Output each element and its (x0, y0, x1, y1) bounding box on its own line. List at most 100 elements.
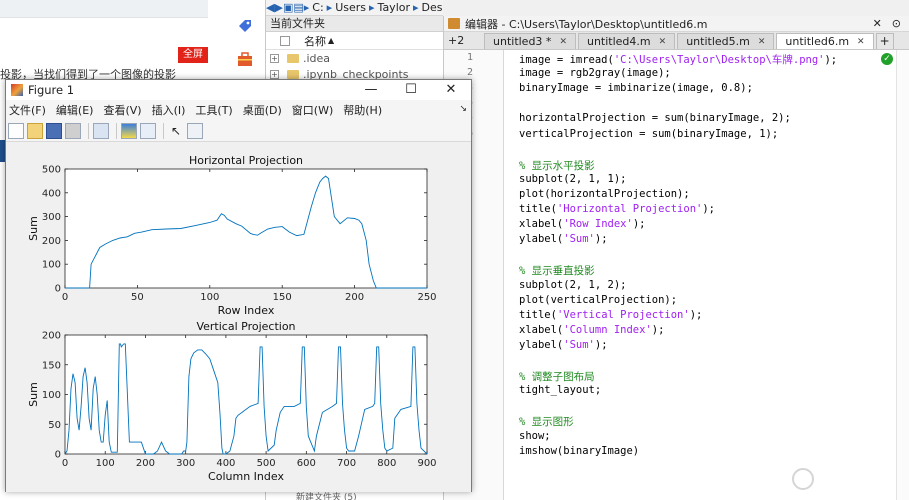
code-line[interactable]: title('Horizontal Projection'); (519, 203, 715, 218)
tab-untitled6[interactable]: untitled6.m ✕ (776, 33, 874, 49)
x-tick-label: 250 (417, 292, 436, 303)
list-item[interactable]: + .idea (266, 50, 443, 66)
code-line[interactable]: image = imread('C:\Users\Taylor\Desktop\… (519, 52, 837, 67)
code-line[interactable]: horizontalProjection = sum(binaryImage, … (519, 112, 791, 127)
tab-label: untitled3 * (493, 35, 552, 48)
code-line[interactable]: plot(horizontalProjection); (519, 188, 690, 203)
insert-colorbar-icon[interactable] (121, 122, 137, 139)
x-tick-label: 150 (273, 292, 292, 303)
menu-desktop[interactable]: 桌面(D) (243, 102, 282, 118)
tag-icon[interactable] (236, 18, 254, 36)
forward-icon[interactable]: ▶ (274, 1, 282, 14)
code-line[interactable]: xlabel('Row Index'); (519, 218, 645, 233)
browser-top-strip (0, 0, 208, 18)
browse-folder-icon[interactable]: ▤ (293, 1, 303, 14)
code-line[interactable]: image = rgb2gray(image); (519, 67, 671, 82)
editor-titlebar: 编辑器 - C:\Users\Taylor\Desktop\untitled6.… (444, 16, 909, 32)
menu-insert[interactable]: 插入(I) (152, 102, 186, 118)
column-header[interactable]: 名称 ▲ (266, 32, 443, 50)
close-tab-icon[interactable]: ✕ (758, 37, 766, 47)
editor-scrollbar[interactable] (896, 50, 909, 500)
code-line[interactable]: tight_layout; (519, 384, 601, 399)
menu-tools[interactable]: 工具(T) (195, 102, 232, 118)
figure-title: Figure 1 (28, 83, 75, 97)
code-line[interactable]: xlabel('Column Index'); (519, 324, 664, 339)
crumb-desktop[interactable]: Desktop (422, 1, 443, 14)
crumb-users[interactable]: Users (335, 1, 366, 14)
close-tab-icon[interactable]: ✕ (857, 37, 865, 47)
code-text: ); (702, 203, 715, 215)
editor-title: 编辑器 - C:\Users\Taylor\Desktop\untitled6.… (465, 17, 708, 31)
new-tab-button[interactable]: + (875, 33, 894, 49)
code-line[interactable]: verticalProjection = sum(binaryImage, 1)… (519, 128, 778, 143)
insert-legend-icon[interactable] (140, 122, 156, 139)
up-folder-icon[interactable]: ▣ (283, 1, 293, 14)
dock-figure-icon[interactable]: ↘ (459, 104, 467, 114)
maximize-button[interactable]: ☐ (391, 80, 431, 100)
menu-help[interactable]: 帮助(H) (343, 102, 382, 118)
crumb-separator-icon: ▸ (369, 1, 375, 14)
line-number: 2 (466, 67, 473, 79)
expand-icon[interactable]: + (270, 53, 279, 63)
code-line[interactable]: ylabel('Sum'); (519, 233, 608, 248)
editor-body[interactable]: 123456 image = imread('C:\Users\Taylor\D… (444, 50, 909, 500)
more-tabs-button[interactable]: +2 (448, 34, 484, 49)
menu-file[interactable]: 文件(F) (9, 102, 46, 118)
code-line[interactable]: % 显示水平投影 (519, 158, 595, 173)
code-line[interactable]: show; (519, 430, 551, 445)
open-file-icon[interactable] (27, 122, 43, 139)
code-analyzer-ok-icon[interactable]: ✓ (881, 53, 893, 65)
figure-titlebar[interactable]: Figure 1 — ☐ ✕ (6, 80, 471, 100)
menu-window[interactable]: 窗口(W) (292, 102, 333, 118)
code-line[interactable]: % 显示垂直投影 (519, 263, 595, 278)
link-plot-icon[interactable] (93, 122, 109, 139)
menu-view[interactable]: 查看(V) (103, 102, 141, 118)
crumb-user[interactable]: Taylor (378, 1, 410, 14)
edit-plot-icon[interactable]: ↖ (168, 123, 184, 139)
tab-untitled3[interactable]: untitled3 * ✕ (484, 33, 576, 49)
close-button[interactable]: ✕ (431, 80, 471, 100)
back-icon[interactable]: ◀ (266, 1, 274, 14)
toolbox-icon[interactable] (236, 50, 254, 68)
menu-edit[interactable]: 编辑(E) (56, 102, 94, 118)
x-tick-label: 900 (417, 458, 436, 469)
code-line[interactable]: % 调整子图布局 (519, 369, 595, 384)
select-all-checkbox[interactable] (280, 35, 290, 46)
path-bar: ◀ ▶ ▣ ▤ ▸ C: ▸ Users ▸ Taylor ▸ Desktop (266, 0, 443, 16)
code-line[interactable]: imshow(binaryImage) (519, 445, 639, 460)
y-tick-label: 0 (55, 450, 61, 461)
tab-untitled4[interactable]: untitled4.m ✕ (577, 33, 676, 49)
column-name[interactable]: 名称 (304, 33, 326, 49)
editor-menu-icon[interactable]: ⊙ (892, 17, 901, 30)
code-line[interactable]: subplot(2, 1, 2); (519, 279, 626, 294)
toolbar-separator (163, 122, 164, 139)
code-line[interactable]: binaryImage = imbinarize(image, 0.8); (519, 82, 753, 97)
property-inspector-icon[interactable] (187, 122, 203, 139)
code-comment: % 显示水平投影 (519, 159, 595, 172)
code-line[interactable]: ylabel('Sum'); (519, 339, 608, 354)
x-tick-label: 300 (176, 458, 195, 469)
figure-canvas[interactable]: 0 50 100 150 200 2500100200300400500Horizonta… (6, 142, 471, 492)
close-tab-icon[interactable]: ✕ (659, 37, 667, 47)
close-tab-icon[interactable]: ✕ (559, 37, 567, 47)
expand-icon[interactable]: + (270, 69, 279, 79)
tab-untitled5[interactable]: untitled5.m ✕ (677, 33, 775, 49)
minimize-button[interactable]: — (351, 80, 391, 100)
figure-window[interactable]: Figure 1 — ☐ ✕ 文件(F) 编辑(E) 查看(V) 插入(I) 工… (5, 79, 472, 492)
code-line[interactable]: plot(verticalProjection); (519, 294, 677, 309)
fullscreen-button[interactable]: 全屏 (178, 47, 208, 63)
watermark (792, 464, 902, 494)
code-line[interactable]: title('Vertical Projection'); (519, 309, 702, 324)
code-line[interactable]: subplot(2, 1, 1); (519, 173, 626, 188)
save-icon[interactable] (46, 122, 62, 139)
x-tick-label: 50 (131, 292, 144, 303)
code-text: ); (594, 233, 608, 246)
tab-label: untitled4.m (586, 35, 651, 48)
code-line[interactable]: % 显示图形 (519, 414, 574, 429)
new-figure-icon[interactable] (8, 122, 24, 139)
close-editor-icon[interactable]: ✕ (873, 17, 882, 30)
x-tick-label: 200 (136, 458, 155, 469)
plot-area[interactable] (64, 168, 428, 289)
print-icon[interactable] (65, 122, 81, 139)
crumb-drive[interactable]: C: (312, 1, 323, 14)
